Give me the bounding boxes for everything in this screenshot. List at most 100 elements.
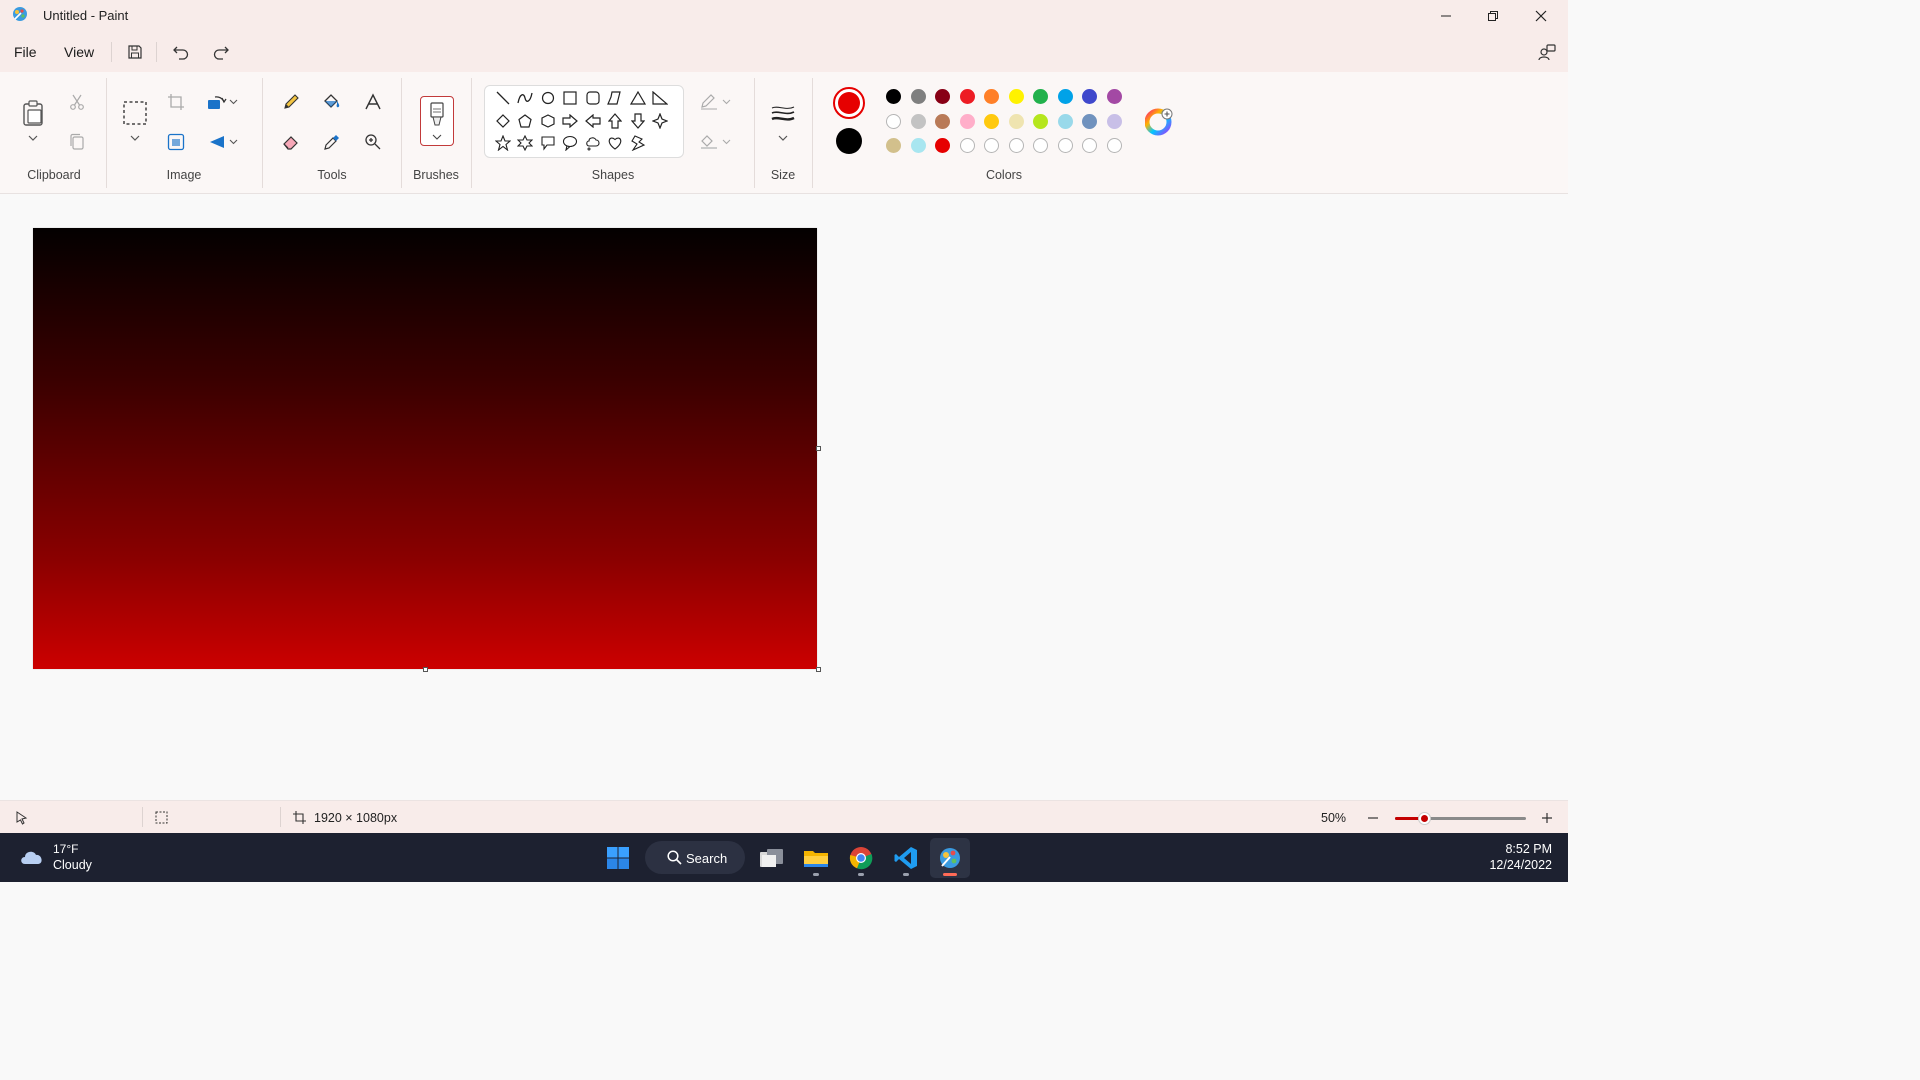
color-swatch[interactable] [910,138,926,153]
oval-callout-shape-icon[interactable] [560,133,580,153]
color-picker-icon[interactable] [318,128,346,156]
resize-handle-right[interactable] [816,446,821,451]
minimize-button[interactable] [1423,0,1469,32]
text-icon[interactable] [359,88,387,116]
zoom-out-button[interactable] [1366,811,1380,825]
resize-icon[interactable] [162,128,190,156]
custom-color-slot[interactable] [1033,138,1048,153]
four-point-star-shape-icon[interactable] [650,111,670,131]
custom-color-slot[interactable] [959,138,975,153]
select-icon[interactable] [120,98,150,128]
custom-color-slot[interactable] [1008,138,1024,153]
zoom-slider-thumb[interactable] [1417,812,1431,825]
fill-bucket-icon[interactable] [318,88,346,116]
select-dropdown-chevron-down-icon[interactable] [121,130,149,146]
color-swatch[interactable] [1106,89,1122,104]
pentagon-shape-icon[interactable] [515,111,535,131]
color-swatch[interactable] [984,89,999,104]
color-swatch[interactable] [886,138,901,153]
cut-icon[interactable] [63,88,91,116]
save-button[interactable] [123,41,147,63]
left-arrow-shape-icon[interactable] [583,111,603,131]
down-arrow-shape-icon[interactable] [628,111,648,131]
rectangle-shape-icon[interactable] [560,88,580,108]
file-explorer-icon[interactable] [796,838,836,878]
restore-button[interactable] [1470,0,1516,32]
pencil-icon[interactable] [277,88,305,116]
resize-handle-bottom[interactable] [423,667,428,672]
resize-handle-corner[interactable] [816,667,821,672]
custom-color-slot[interactable] [1106,138,1122,153]
color-swatch[interactable] [910,89,926,104]
vscode-icon[interactable] [886,838,926,878]
flip-dropdown-chevron-down-icon[interactable] [226,128,240,156]
up-arrow-shape-icon[interactable] [605,111,625,131]
color-swatch[interactable] [910,114,926,129]
color-swatch[interactable] [886,89,901,104]
task-view-button[interactable] [752,838,792,878]
custom-color-slot[interactable] [1082,138,1097,153]
zoom-slider-track[interactable] [1395,812,1526,825]
color-swatch[interactable] [1008,89,1024,104]
custom-color-slot[interactable] [984,138,999,153]
file-menu[interactable]: File [14,44,37,60]
magnifier-icon[interactable] [359,128,387,156]
color-swatch[interactable] [1082,89,1097,104]
color-swatch[interactable] [959,89,975,104]
rotate-dropdown-chevron-down-icon[interactable] [226,88,240,116]
color1-selector[interactable] [833,87,865,119]
cloud-callout-shape-icon[interactable] [583,133,603,153]
paste-dropdown-chevron-down-icon[interactable] [19,130,47,146]
redo-button[interactable] [209,41,233,63]
edit-colors-icon[interactable] [1145,108,1173,136]
brushes-button[interactable] [420,96,454,146]
five-point-star-shape-icon[interactable] [493,133,513,153]
curve-shape-icon[interactable] [515,88,535,108]
paint-taskbar-icon[interactable] [930,838,970,878]
color-swatch[interactable] [1057,89,1073,104]
rounded-rectangle-shape-icon[interactable] [583,88,603,108]
copy-icon[interactable] [63,128,91,156]
eraser-icon[interactable] [277,128,305,156]
view-menu[interactable]: View [64,44,94,60]
right-triangle-shape-icon[interactable] [650,88,670,108]
size-lines-icon[interactable] [768,100,798,128]
drawing-canvas[interactable] [33,228,817,669]
fill-dropdown-chevron-down-icon[interactable] [719,128,733,156]
cloud-weather-icon[interactable] [18,846,46,866]
color-swatch[interactable] [1057,114,1073,129]
six-point-star-shape-icon[interactable] [515,133,535,153]
zoom-in-button[interactable] [1540,811,1554,825]
diamond-shape-icon[interactable] [493,111,513,131]
size-dropdown-chevron-down-icon[interactable] [769,130,797,146]
color-swatch[interactable] [1008,114,1024,129]
chrome-icon[interactable] [841,838,881,878]
color-swatch[interactable] [1082,114,1097,129]
oval-shape-icon[interactable] [538,88,558,108]
lightning-shape-icon[interactable] [628,133,648,153]
custom-color-slot[interactable] [1057,138,1073,153]
taskbar-search-box[interactable]: Search [645,841,745,874]
color-swatch[interactable] [935,114,950,129]
polygon-shape-icon[interactable] [605,88,625,108]
color-swatch[interactable] [1106,114,1122,129]
clock-date[interactable]: 12/24/2022 [1480,858,1552,872]
rounded-callout-shape-icon[interactable] [538,133,558,153]
start-button[interactable] [598,838,638,878]
line-shape-icon[interactable] [493,88,513,108]
zoom-percentage[interactable]: 50% [1321,811,1346,825]
color-swatch[interactable] [984,114,999,129]
share-icon[interactable] [1535,41,1559,63]
crop-icon[interactable] [162,88,190,116]
paste-icon[interactable] [18,98,48,128]
color-swatch[interactable] [935,89,950,104]
color-swatch[interactable] [1033,89,1048,104]
clock-time[interactable]: 8:52 PM [1490,842,1552,856]
color-swatch[interactable] [935,138,950,153]
outline-dropdown-chevron-down-icon[interactable] [719,88,733,116]
hexagon-shape-icon[interactable] [538,111,558,131]
color-swatch[interactable] [1033,114,1048,129]
undo-button[interactable] [169,41,193,63]
right-arrow-shape-icon[interactable] [560,111,580,131]
heart-shape-icon[interactable] [605,133,625,153]
